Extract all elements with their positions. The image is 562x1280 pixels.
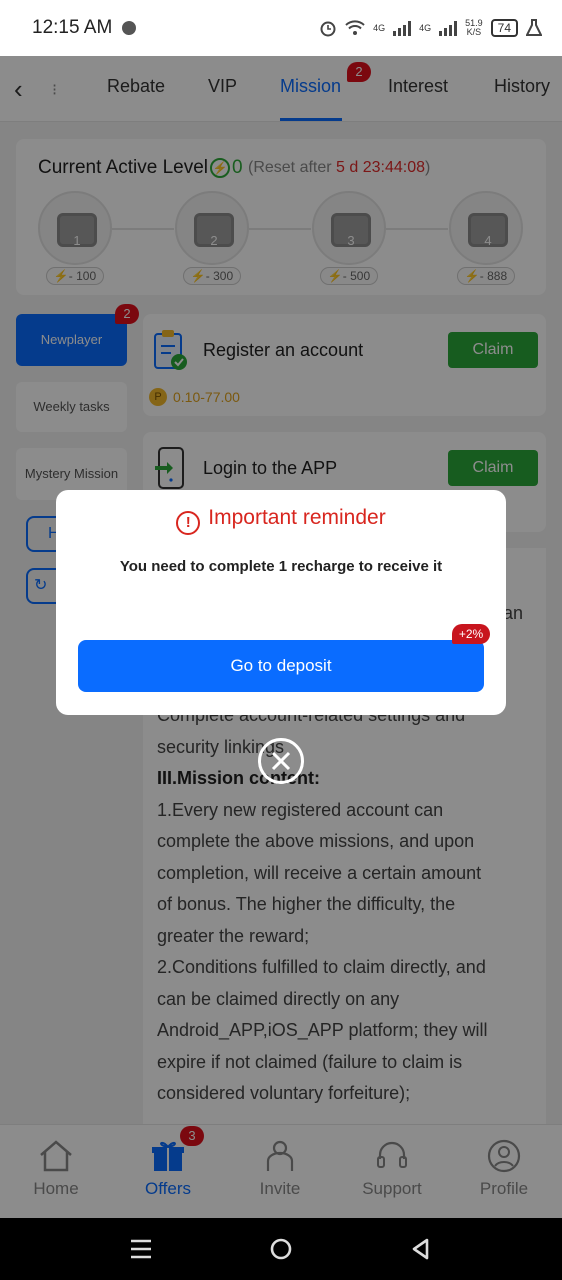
home-circle-icon[interactable] [269,1237,293,1261]
status-time: 12:15 AM [32,17,113,38]
message-notification-icon [122,21,137,35]
reminder-dialog: ! Important reminder You need to complete… [56,490,506,715]
network-type-2: 4G [419,22,432,33]
go-to-deposit-button[interactable]: Go to deposit [78,640,484,692]
signal-icon-2 [439,20,458,36]
signal-icon-1 [393,20,412,36]
dialog-title: ! Important reminder [56,506,506,535]
back-triangle-icon[interactable] [409,1237,433,1261]
recents-icon[interactable] [129,1238,153,1260]
warning-icon: ! [176,511,201,535]
battery-indicator: 74 [490,19,518,37]
dialog-title-text: Important reminder [208,506,386,529]
close-dialog-button[interactable] [258,738,304,784]
network-type-1: 4G [373,22,386,33]
network-speed-unit: K/S [466,27,482,37]
close-icon [271,751,291,771]
bonus-tag: +2% [452,624,490,644]
dialog-message: You need to complete 1 recharge to recei… [119,558,443,575]
network-speed: 51.9 K/S [465,19,483,37]
status-icons: 4G 4G 51.9 K/S 74 [319,19,542,37]
status-bar: 12:15 AM 4G 4G 51.9 K/S 74 [0,0,562,56]
flask-icon [526,19,542,36]
wifi-icon [345,20,365,35]
alarm-icon [320,21,336,37]
system-nav-bar [0,1218,562,1280]
